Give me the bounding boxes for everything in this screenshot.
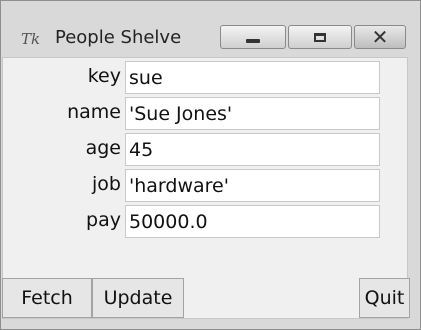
close-icon: ✕ xyxy=(371,25,389,49)
form-row-name: name xyxy=(3,94,407,130)
field-label-name: name xyxy=(67,101,121,123)
field-label-key: key xyxy=(87,65,121,87)
age-input[interactable] xyxy=(125,133,380,166)
window-title: People Shelve xyxy=(55,27,182,48)
key-input[interactable] xyxy=(125,61,380,94)
form-row-key: key xyxy=(3,58,407,94)
fetch-button[interactable]: Fetch xyxy=(2,278,92,318)
field-label-job: job xyxy=(92,173,121,195)
minimize-button[interactable] xyxy=(220,25,286,49)
name-input[interactable] xyxy=(125,97,380,130)
field-label-pay: pay xyxy=(86,209,121,231)
quit-button[interactable]: Quit xyxy=(359,278,410,318)
pay-input[interactable] xyxy=(125,205,380,238)
field-label-age: age xyxy=(85,137,121,159)
maximize-icon xyxy=(314,32,326,42)
minimize-icon xyxy=(246,39,260,43)
form-row-age: age xyxy=(3,130,407,166)
update-button[interactable]: Update xyxy=(92,278,184,318)
form-row-job: job xyxy=(3,166,407,202)
button-bar: Fetch Update Quit xyxy=(2,278,410,318)
form-row-pay: pay xyxy=(3,202,407,238)
close-button[interactable]: ✕ xyxy=(354,25,406,49)
window-border xyxy=(410,57,420,329)
title-bar[interactable]: Tk People Shelve ✕ xyxy=(1,1,420,57)
job-input[interactable] xyxy=(125,169,380,202)
tk-feather-icon: Tk xyxy=(21,30,41,48)
maximize-button[interactable] xyxy=(288,25,352,49)
app-window: Tk People Shelve ✕ key name age job xyxy=(0,0,421,330)
